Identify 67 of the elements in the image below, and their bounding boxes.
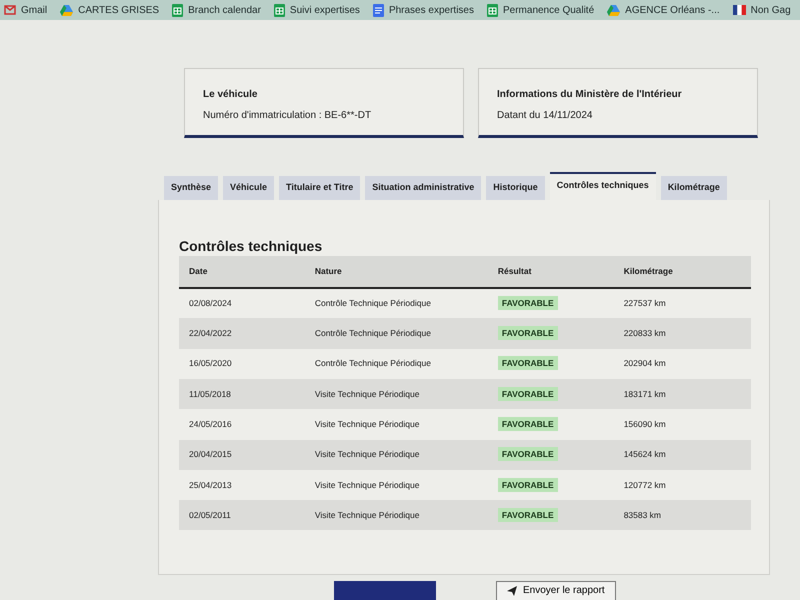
column-header: Kilométrage xyxy=(614,256,751,288)
result-tag: FAVORABLE xyxy=(498,296,558,310)
nature-cell: Contrôle Technique Périodique xyxy=(304,318,488,349)
mileage-cell: 220833 km xyxy=(614,318,751,349)
sheet-icon xyxy=(486,4,498,16)
bookmark-link[interactable]: Gmail xyxy=(4,2,48,18)
nature-cell: Visite Technique Périodique xyxy=(304,378,488,410)
date-cell: 02/05/2011 xyxy=(179,500,305,530)
date-cell: 11/05/2018 xyxy=(179,378,305,410)
flag-icon xyxy=(732,5,746,15)
mileage-cell: 227537 km xyxy=(614,288,751,318)
sheet-icon xyxy=(172,4,184,16)
bookmark-link[interactable]: AGENCE Orléans -... xyxy=(607,2,720,18)
card-title: Le véhicule xyxy=(203,88,258,102)
date-cell: 16/05/2020 xyxy=(179,348,305,379)
result-tag: FAVORABLE xyxy=(498,478,558,492)
date-cell: 02/08/2024 xyxy=(179,288,305,318)
tab[interactable]: Situation administrative xyxy=(365,176,482,200)
mileage-cell: 183171 km xyxy=(614,378,751,410)
bookmark-link[interactable]: Suivi expertises xyxy=(274,2,360,18)
bookmark-link[interactable]: Phrases expertises xyxy=(372,2,474,18)
date-cell: 25/04/2013 xyxy=(179,470,305,500)
nature-cell: Visite Technique Périodique xyxy=(304,440,488,470)
tab[interactable]: Synthèse xyxy=(164,176,218,200)
mileage-cell: 145624 km xyxy=(614,440,751,470)
send-icon xyxy=(507,586,517,596)
sheet-icon xyxy=(274,4,285,16)
bookmark-link[interactable]: CARTES GRISES xyxy=(60,2,160,18)
nature-cell: Contrôle Technique Périodique xyxy=(304,348,488,379)
mail-icon xyxy=(4,5,16,15)
tab[interactable]: Contrôles techniques xyxy=(550,172,656,200)
nature-cell: Visite Technique Périodique xyxy=(304,470,488,500)
bookmark-link[interactable]: Non Gag xyxy=(732,2,791,18)
nature-cell: Contrôle Technique Périodique xyxy=(304,288,488,318)
result-tag: FAVORABLE xyxy=(498,386,558,401)
document-icon xyxy=(372,4,384,16)
date-cell: 20/04/2015 xyxy=(179,440,305,470)
nature-cell: Visite Technique Périodique xyxy=(304,409,488,440)
section-title: Contrôles techniques xyxy=(179,238,324,254)
mileage-cell: 156090 km xyxy=(614,409,751,440)
column-header: Nature xyxy=(304,256,488,288)
date-cell: 22/04/2022 xyxy=(179,318,305,349)
result-tag: FAVORABLE xyxy=(498,508,558,522)
result-tag: FAVORABLE xyxy=(498,326,558,340)
card-text: Datant du 14/11/2024 xyxy=(497,109,594,123)
result-tag: FAVORABLE xyxy=(498,417,558,431)
mileage-cell: 202904 km xyxy=(614,348,751,379)
tab[interactable]: Titulaire et Titre xyxy=(279,176,360,200)
triangle-icon xyxy=(607,4,620,16)
result-tag: FAVORABLE xyxy=(498,356,558,370)
column-header: Date xyxy=(179,256,305,288)
tab[interactable]: Kilométrage xyxy=(660,176,727,200)
mileage-cell: 120772 km xyxy=(614,470,751,500)
card-title: Informations du Ministère de l'Intérieur xyxy=(497,88,683,102)
nature-cell: Visite Technique Périodique xyxy=(304,500,488,530)
primary-button[interactable] xyxy=(334,580,436,600)
triangle-icon xyxy=(60,4,74,16)
tab[interactable]: Véhicule xyxy=(223,176,274,200)
bookmark-link[interactable]: Permanence Qualité xyxy=(486,2,594,18)
card-text: Numéro d'immatriculation : BE-6**-DT xyxy=(203,109,372,123)
result-tag: FAVORABLE xyxy=(498,447,558,462)
column-header: Résultat xyxy=(488,256,614,288)
send-report-button[interactable]: Envoyer le rapport xyxy=(496,580,616,600)
bookmark-link[interactable]: Branch calendar xyxy=(172,2,261,18)
tab[interactable]: Historique xyxy=(486,176,545,200)
mileage-cell: 83583 km xyxy=(614,500,751,530)
date-cell: 24/05/2016 xyxy=(179,409,305,440)
